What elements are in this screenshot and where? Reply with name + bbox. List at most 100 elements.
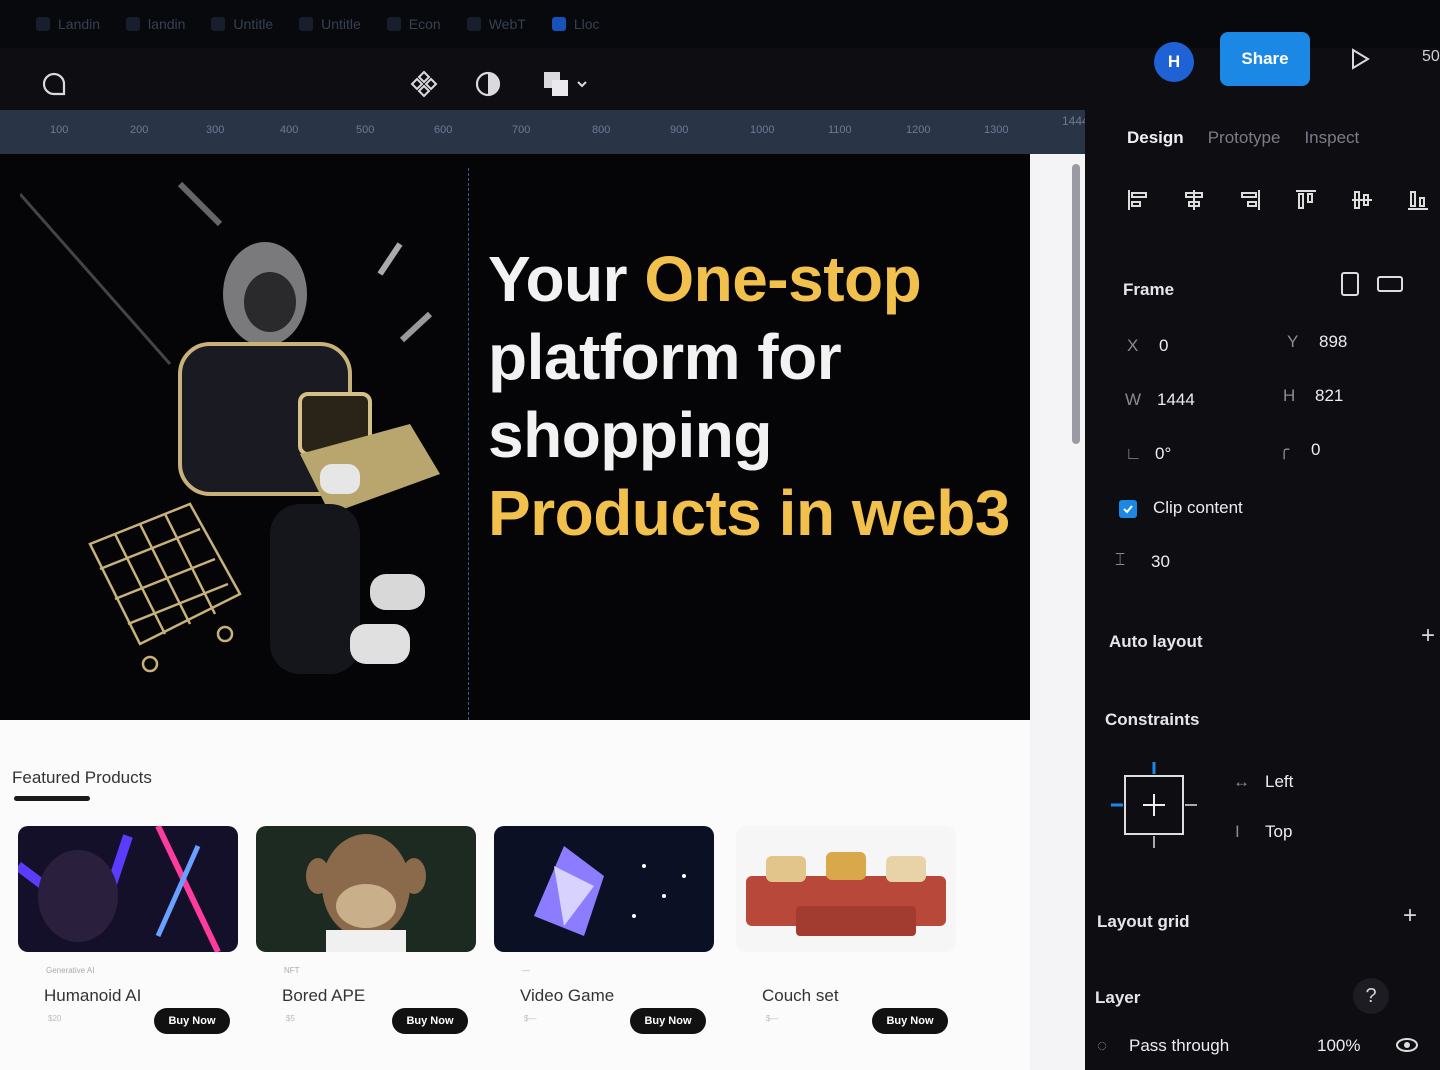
figma-window: Landin landin Untitle Untitle Econ WebT …: [0, 0, 1440, 1070]
rotation-input[interactable]: 0°: [1155, 444, 1171, 464]
file-icon: [126, 17, 141, 31]
ruler-tick: 400: [280, 124, 299, 136]
layout-grid-heading: Layout grid: [1097, 912, 1190, 931]
component-icon[interactable]: [406, 66, 442, 102]
file-tab[interactable]: Untitle: [299, 16, 361, 32]
layer-opacity-input[interactable]: 100%: [1317, 1036, 1360, 1056]
align-left-icon[interactable]: [1125, 186, 1151, 214]
x-input[interactable]: 0: [1159, 336, 1168, 356]
landscape-orientation-icon[interactable]: [1377, 276, 1403, 292]
product-image: [494, 826, 714, 952]
eye-visibility-icon[interactable]: [1395, 1036, 1419, 1059]
buy-now-button[interactable]: Buy Now: [154, 1008, 230, 1034]
product-image: [256, 826, 476, 952]
product-name: Couch set: [762, 986, 839, 1005]
ruler-tick: 1300: [984, 124, 1009, 136]
file-tab[interactable]: Econ: [386, 16, 441, 32]
align-bottom-icon[interactable]: [1405, 186, 1431, 214]
section-title: Featured Products: [12, 768, 152, 787]
present-play-icon[interactable]: [1346, 44, 1374, 74]
file-tab-label: Untitle: [321, 16, 361, 32]
ruler-tick: 1200: [906, 124, 931, 136]
horizontal-constraint-select[interactable]: Left: [1265, 772, 1293, 792]
comment-tool-icon[interactable]: [36, 66, 72, 102]
ruler-tick: 900: [670, 124, 689, 136]
ruler-tick: 500: [356, 124, 375, 136]
portrait-orientation-icon[interactable]: [1341, 272, 1359, 296]
align-right-icon[interactable]: [1237, 186, 1263, 214]
contrast-icon[interactable]: [470, 66, 506, 102]
headline-part: Your: [488, 243, 645, 315]
file-icon: [466, 17, 481, 31]
hero-frame[interactable]: Your One-stop platform for shopping Prod…: [0, 154, 1030, 720]
boolean-ops-icon[interactable]: [538, 66, 594, 102]
featured-products-section[interactable]: Featured Products Generative AI Humanoid…: [0, 720, 1030, 1070]
clip-content-checkbox[interactable]: [1119, 500, 1137, 518]
constraint-widget[interactable]: [1111, 762, 1201, 852]
buy-now-button[interactable]: Buy Now: [392, 1008, 468, 1034]
file-tab[interactable]: Landin: [36, 16, 100, 32]
align-vertical-center-icon[interactable]: [1349, 186, 1375, 214]
vertical-scrollbar[interactable]: [1072, 164, 1080, 444]
file-tab-label: landin: [148, 16, 186, 32]
tab-design[interactable]: Design: [1127, 128, 1184, 148]
product-card[interactable]: — Video Game $— Buy Now: [494, 826, 714, 1046]
product-image: [736, 826, 956, 952]
product-category: NFT: [284, 966, 300, 975]
astronaut-illustration: [20, 181, 440, 674]
ruler-tick: 800: [592, 124, 611, 136]
product-category: Generative AI: [46, 966, 95, 975]
user-avatar[interactable]: H: [1154, 42, 1194, 82]
file-tab[interactable]: WebT: [466, 16, 526, 32]
tab-inspect[interactable]: Inspect: [1304, 128, 1359, 148]
y-input[interactable]: 898: [1319, 332, 1347, 352]
file-icon: [386, 17, 401, 31]
align-horizontal-center-icon[interactable]: [1181, 186, 1207, 214]
frame-label[interactable]: Frame: [1123, 280, 1174, 300]
rotation-icon: ∟: [1125, 444, 1142, 463]
file-icon: [211, 17, 226, 31]
file-tab-label: WebT: [488, 16, 526, 32]
ruler-tick: 1000: [750, 124, 775, 136]
file-tab-active[interactable]: Lloc: [551, 16, 600, 32]
add-layout-grid-icon[interactable]: +: [1403, 902, 1417, 930]
product-card[interactable]: NFT Bored APE $5 Buy Now: [256, 826, 476, 1046]
w-input[interactable]: 1444: [1157, 390, 1195, 410]
tab-prototype[interactable]: Prototype: [1208, 128, 1281, 148]
blend-mode-select[interactable]: Pass through: [1129, 1036, 1229, 1056]
zoom-level[interactable]: 50: [1422, 48, 1440, 66]
headline-part: shopping: [488, 399, 772, 471]
design-canvas[interactable]: Your One-stop platform for shopping Prod…: [0, 154, 1085, 1070]
file-tab[interactable]: Untitle: [211, 16, 273, 32]
share-button[interactable]: Share: [1220, 32, 1310, 86]
product-name: Bored APE: [282, 986, 366, 1005]
vertical-constraint-select[interactable]: Top: [1265, 822, 1292, 842]
product-category: —: [522, 966, 530, 975]
ruler-tick: 700: [512, 124, 531, 136]
auto-layout-heading: Auto layout: [1109, 632, 1203, 651]
spacing-icon: ⌶: [1115, 550, 1126, 569]
horizontal-constraint-icon: ↔: [1233, 772, 1250, 791]
h-input[interactable]: 821: [1315, 386, 1343, 406]
help-button[interactable]: ?: [1353, 978, 1389, 1014]
headline-accent: One-stop: [644, 243, 922, 315]
product-image: [18, 826, 238, 952]
align-top-icon[interactable]: [1293, 186, 1319, 214]
buy-now-button[interactable]: Buy Now: [872, 1008, 948, 1034]
product-price: $—: [524, 1014, 537, 1023]
file-tab[interactable]: landin: [126, 16, 185, 32]
corner-radius-input[interactable]: 0: [1311, 440, 1320, 460]
vertical-constraint-icon: I: [1235, 822, 1240, 841]
add-auto-layout-icon[interactable]: +: [1421, 622, 1435, 650]
product-price: $20: [48, 1014, 62, 1023]
ruler-tick: 200: [130, 124, 149, 136]
file-icon: [551, 17, 566, 31]
product-card[interactable]: Generative AI Humanoid AI $20 Buy Now: [18, 826, 238, 1046]
product-card[interactable]: Couch set $— Buy Now: [736, 826, 956, 1046]
ruler-tick: 100: [50, 124, 69, 136]
product-name: Humanoid AI: [44, 986, 142, 1005]
buy-now-button[interactable]: Buy Now: [630, 1008, 706, 1034]
constraints-heading: Constraints: [1105, 710, 1200, 729]
spacing-input[interactable]: 30: [1151, 552, 1170, 572]
properties-panel: Design Prototype Inspect Frame X 0 Y 898…: [1085, 110, 1440, 1070]
